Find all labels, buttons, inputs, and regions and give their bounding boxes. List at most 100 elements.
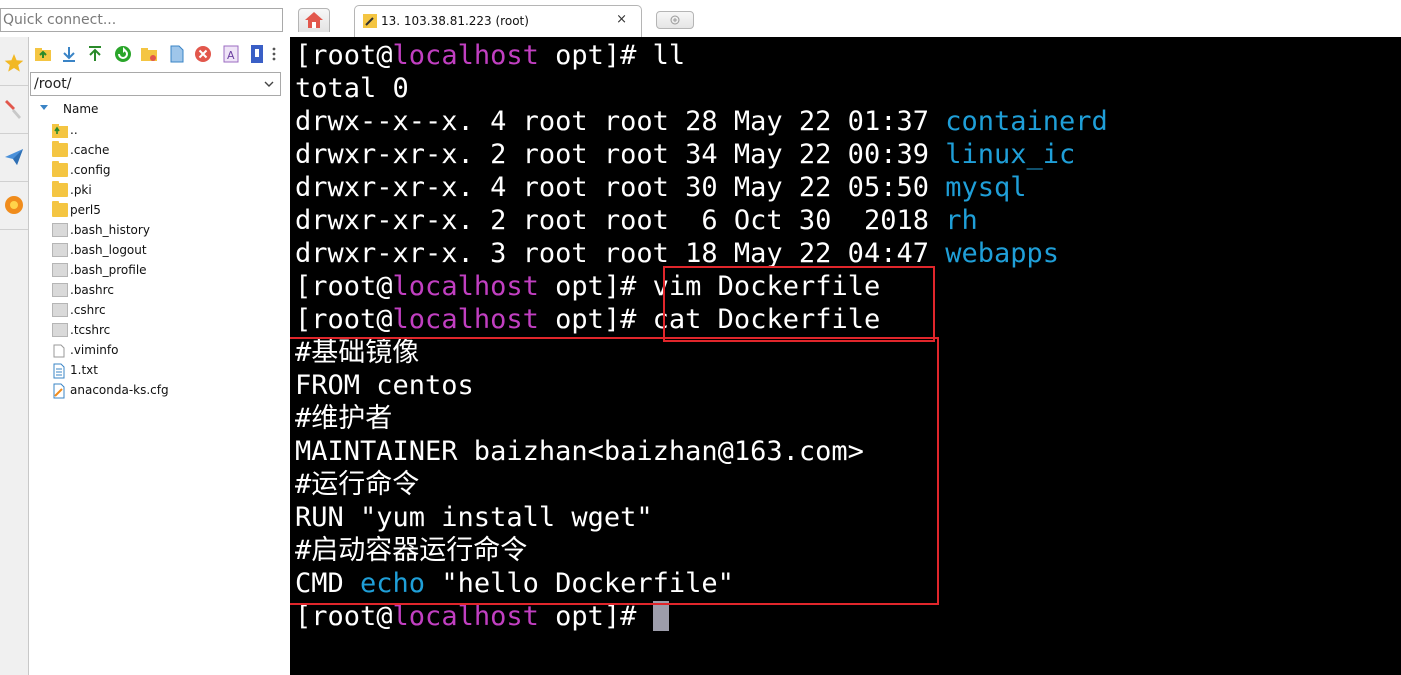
tree-item-folder[interactable]: .config	[52, 160, 272, 180]
listing-dir-name: mysql	[945, 172, 1027, 203]
folder-icon	[52, 181, 68, 197]
upload-icon[interactable]	[85, 44, 105, 64]
quick-connect-bar[interactable]	[0, 8, 283, 32]
prompt-host: localhost	[392, 601, 539, 632]
session-tab-title: 13. 103.38.81.223 (root)	[381, 14, 529, 28]
properties-icon[interactable]	[247, 44, 267, 64]
home-icon	[305, 12, 323, 28]
tree-item-file[interactable]: .viminfo	[52, 340, 272, 360]
terminal[interactable]: [root@localhost opt]# ll total 0 drwx--x…	[290, 37, 1401, 675]
session-tab[interactable]: 13. 103.38.81.223 (root) ×	[354, 5, 642, 37]
parent-folder-icon	[52, 123, 68, 138]
tree-item-file[interactable]: .bash_profile	[52, 260, 272, 280]
prompt-open: [root@	[295, 40, 393, 71]
tools-icon[interactable]	[0, 89, 28, 129]
folder-icon	[52, 161, 68, 177]
tree-item-file[interactable]: .tcshrc	[52, 320, 272, 340]
new-file-icon[interactable]	[167, 44, 187, 64]
tree-item-file[interactable]: .cshrc	[52, 300, 272, 320]
tree-item-label: .tcshrc	[70, 323, 111, 337]
tab-bar: 13. 103.38.81.223 (root) ×	[290, 0, 1401, 37]
blank-file-icon	[52, 343, 68, 358]
file-icon	[52, 323, 68, 337]
delete-icon[interactable]	[193, 44, 213, 64]
tree-item-label: .cshrc	[70, 303, 106, 317]
file-icon	[52, 223, 68, 237]
tree-item-label: .bash_history	[70, 223, 150, 237]
new-tab-button[interactable]	[656, 11, 694, 29]
tree-item-label: 1.txt	[70, 363, 98, 377]
tree-item-file[interactable]: 1.txt	[52, 360, 272, 380]
tree-item-label: .config	[70, 163, 111, 177]
svg-text:A: A	[227, 49, 235, 62]
config-file-icon	[52, 383, 68, 399]
listing-dir-name: webapps	[945, 238, 1060, 269]
plus-icon	[670, 15, 680, 25]
macro-icon[interactable]	[0, 185, 28, 225]
new-folder-icon[interactable]	[139, 44, 159, 64]
tree-column-header[interactable]: Name	[36, 100, 276, 118]
tree-item-label: ..	[70, 123, 78, 137]
rename-icon[interactable]: A	[221, 44, 241, 64]
toolbar-overflow-icon[interactable]	[269, 44, 279, 64]
file-icon	[52, 303, 68, 317]
listing-dir-name: containerd	[945, 106, 1108, 137]
tree-item-folder[interactable]: .pki	[52, 180, 272, 200]
star-icon[interactable]	[0, 43, 28, 83]
listing-meta: drwxr-xr-x. 4 root root 30 May 22 05:50	[295, 172, 946, 203]
prompt-close: opt]#	[538, 40, 653, 71]
tree-item-parent[interactable]: ..	[52, 120, 272, 140]
listing-meta: drwxr-xr-x. 2 root root 6 Oct 30 2018	[295, 205, 946, 236]
tree-item-folder[interactable]: perl5	[52, 200, 272, 220]
listing-meta: drwxr-xr-x. 3 root root 18 May 22 04:47	[295, 238, 946, 269]
listing-row: drwx--x--x. 4 root root 28 May 22 01:37 …	[295, 105, 1108, 138]
text-file-icon	[52, 363, 68, 379]
terminal-line: [root@localhost opt]# ll	[295, 39, 685, 72]
sort-arrow-icon	[40, 105, 48, 110]
prompt-open: [root@	[295, 271, 393, 302]
tree-item-label: .bash_logout	[70, 243, 147, 257]
path-dropdown[interactable]: /root/	[30, 72, 281, 96]
download-icon[interactable]	[59, 44, 79, 64]
refresh-icon[interactable]	[113, 44, 133, 64]
tree-item-label: .cache	[70, 143, 110, 157]
prompt-host: localhost	[392, 271, 539, 302]
commands-highlight-box	[663, 266, 935, 342]
home-tab[interactable]	[298, 8, 330, 32]
terminal-line: total 0	[295, 73, 409, 104]
dockerfile-highlight-box	[290, 337, 939, 605]
send-icon[interactable]	[0, 137, 28, 177]
terminal-cursor	[652, 601, 669, 631]
listing-dir-name: linux_ic	[945, 139, 1076, 170]
tree-item-file[interactable]: anaconda-ks.cfg	[52, 380, 272, 400]
prompt-host: localhost	[392, 304, 539, 335]
close-tab-icon[interactable]: ×	[616, 12, 627, 27]
quick-connect-input[interactable]	[3, 10, 273, 30]
prompt-close: opt]#	[538, 304, 653, 335]
file-toolbar: A	[30, 40, 283, 70]
tree-item-label: anaconda-ks.cfg	[70, 383, 169, 397]
tree-item-file[interactable]: .bash_history	[52, 220, 272, 240]
listing-row: drwxr-xr-x. 2 root root 6 Oct 30 2018 rh	[295, 204, 978, 237]
parent-dir-icon[interactable]	[33, 44, 53, 64]
prompt-close: opt]#	[538, 601, 653, 632]
chevron-down-icon	[264, 81, 274, 87]
tree-item-label: perl5	[70, 203, 101, 217]
file-tree: Name .. .cache .config .pki perl5 .bash_…	[30, 98, 283, 675]
listing-meta: drwxr-xr-x. 2 root root 34 May 22 00:39	[295, 139, 946, 170]
column-name-label: Name	[63, 102, 99, 116]
tree-item-file[interactable]: .bashrc	[52, 280, 272, 300]
file-icon	[52, 283, 68, 297]
command-text: ll	[652, 40, 686, 71]
listing-row: drwxr-xr-x. 2 root root 34 May 22 00:39 …	[295, 138, 1075, 171]
tree-item-folder[interactable]: .cache	[52, 140, 272, 160]
path-value: /root/	[34, 76, 72, 92]
listing-meta: drwx--x--x. 4 root root 28 May 22 01:37	[295, 106, 946, 137]
prompt-close: opt]#	[538, 271, 653, 302]
listing-dir-name: rh	[945, 205, 978, 236]
tree-item-label: .viminfo	[70, 343, 119, 357]
tree-item-file[interactable]: .bash_logout	[52, 240, 272, 260]
terminal-tab-icon	[363, 14, 377, 28]
tree-item-label: .bash_profile	[70, 263, 147, 277]
file-icon	[52, 263, 68, 277]
